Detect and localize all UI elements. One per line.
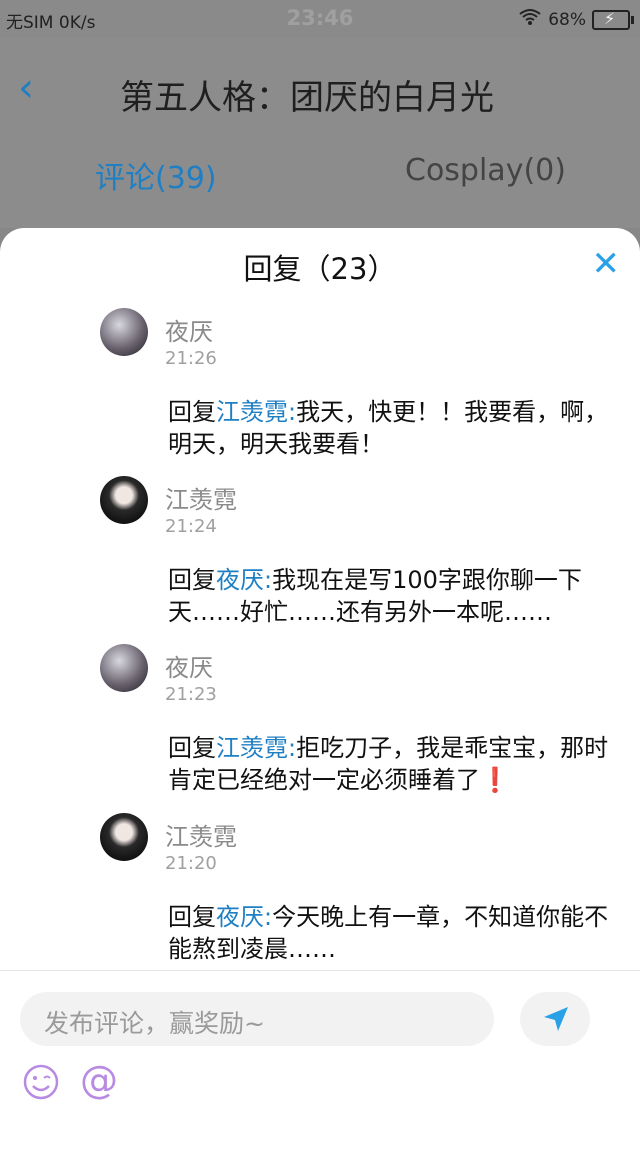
comment-input-placeholder: 发布评论，赢奖励~ xyxy=(44,1009,265,1038)
comment-author[interactable]: 夜厌 xyxy=(165,648,213,683)
mention-link[interactable]: 夜厌: xyxy=(216,566,272,594)
battery-percent: 68% xyxy=(548,9,586,30)
mention-button[interactable]: @ xyxy=(80,1058,118,1102)
comment-text: 回复夜厌:我现在是写100字跟你聊一下天……好忙……还有另外一本呢…… xyxy=(168,564,628,628)
comment-time: 21:24 xyxy=(165,516,217,537)
emoji-icon[interactable] xyxy=(22,1063,60,1101)
send-icon xyxy=(544,1007,568,1031)
exclamation-icon: ❗ xyxy=(480,766,510,794)
mention-link[interactable]: 江羡霓: xyxy=(216,734,296,762)
battery-icon: ⚡ xyxy=(592,9,634,30)
avatar[interactable] xyxy=(100,476,148,524)
comment-author[interactable]: 江羡霓 xyxy=(165,817,237,852)
comment-time: 21:23 xyxy=(165,684,217,705)
reply-prefix: 回复 xyxy=(168,566,216,594)
avatar[interactable] xyxy=(100,308,148,356)
tab-cosplay[interactable]: Cosplay(0) xyxy=(405,153,566,188)
status-right: 68% ⚡ xyxy=(518,8,634,31)
reply-prefix: 回复 xyxy=(168,398,216,426)
comment-input[interactable]: 发布评论，赢奖励~ xyxy=(20,992,494,1046)
avatar[interactable] xyxy=(100,813,148,861)
back-icon[interactable]: ‹ xyxy=(18,68,34,108)
avatar[interactable] xyxy=(100,644,148,692)
mention-link[interactable]: 夜厌: xyxy=(216,903,272,931)
mention-link[interactable]: 江羡霓: xyxy=(216,398,296,426)
page-header: ‹ 第五人格：团厌的白月光 评论(39) Cosplay(0) xyxy=(0,38,640,228)
comment-author[interactable]: 夜厌 xyxy=(165,312,213,347)
close-icon[interactable]: ✕ xyxy=(592,244,621,284)
send-button[interactable] xyxy=(520,992,590,1046)
comment-time: 21:26 xyxy=(165,348,217,369)
tab-bar: 评论(39) Cosplay(0) xyxy=(0,153,640,203)
comment-author[interactable]: 江羡霓 xyxy=(165,480,237,515)
divider xyxy=(0,970,640,971)
page-title: 第五人格：团厌的白月光 xyxy=(120,78,494,118)
reply-prefix: 回复 xyxy=(168,903,216,931)
comment-text: 回复江羡霓:拒吃刀子，我是乖宝宝，那时肯定已经绝对一定必须睡着了❗ xyxy=(168,732,628,796)
sheet-title: 回复（23） xyxy=(243,252,397,286)
status-bar: 无SIM 0K/s 23:46 68% ⚡ xyxy=(0,0,640,38)
reply-sheet: 回复（23） ✕ 夜厌 21:26 回复江羡霓:我天，快更！！我要看，啊，明天，… xyxy=(0,228,640,1152)
wifi-icon xyxy=(518,8,542,31)
comment-text: 回复江羡霓:我天，快更！！我要看，啊，明天，明天我要看！ xyxy=(168,396,628,460)
tab-comments[interactable]: 评论(39) xyxy=(95,153,217,197)
comment-time: 21:20 xyxy=(165,853,217,874)
reply-prefix: 回复 xyxy=(168,734,216,762)
comment-text: 回复夜厌:今天晚上有一章，不知道你能不能熬到凌晨…… xyxy=(168,901,628,965)
